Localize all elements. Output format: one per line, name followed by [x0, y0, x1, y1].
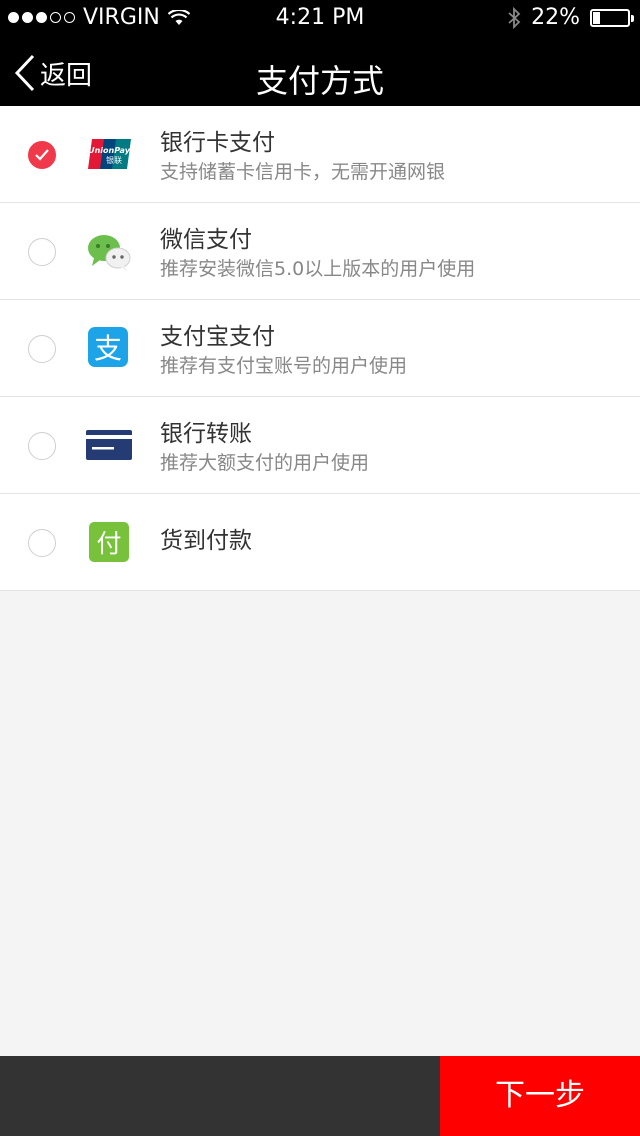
payment-option-unionpay[interactable]: UnionPay 银联 银行卡支付 支持储蓄卡信用卡，无需开通网银	[0, 106, 640, 203]
radio-unchecked-icon[interactable]	[28, 238, 56, 266]
payment-title: 支付宝支付	[160, 324, 275, 350]
payment-method-list: UnionPay 银联 银行卡支付 支持储蓄卡信用卡，无需开通网银 微信支付 推…	[0, 106, 640, 591]
status-bar: VIRGIN 4:21 PM 22%	[0, 0, 640, 36]
cash-on-delivery-icon: 付	[89, 522, 129, 562]
next-step-button[interactable]: 下一步	[440, 1056, 640, 1136]
svg-text:支: 支	[94, 332, 122, 365]
battery-percent: 22%	[531, 5, 580, 30]
payment-option-alipay[interactable]: 支 支付宝支付 推荐有支付宝账号的用户使用	[0, 300, 640, 397]
payment-title: 货到付款	[160, 528, 252, 554]
svg-text:银联: 银联	[106, 155, 122, 165]
payment-option-cod[interactable]: 付 货到付款	[0, 494, 640, 591]
unionpay-icon: UnionPay 银联	[88, 139, 131, 169]
payment-option-wechat[interactable]: 微信支付 推荐安装微信5.0以上版本的用户使用	[0, 203, 640, 300]
payment-subtitle: 推荐安装微信5.0以上版本的用户使用	[160, 258, 476, 280]
radio-unchecked-icon[interactable]	[28, 529, 56, 557]
payment-subtitle: 推荐大额支付的用户使用	[160, 452, 370, 474]
battery-icon	[590, 8, 634, 27]
status-right: 22%	[507, 5, 634, 30]
wechat-icon	[88, 235, 131, 272]
svg-text:付: 付	[96, 529, 121, 558]
payment-subtitle: 支持储蓄卡信用卡，无需开通网银	[160, 161, 446, 183]
bottom-bar: 下一步	[0, 1056, 640, 1136]
payment-title: 微信支付	[160, 227, 252, 253]
alipay-icon: 支	[88, 327, 128, 367]
payment-title: 银行转账	[160, 421, 252, 447]
nav-bar: 返回 支付方式	[0, 36, 640, 106]
bluetooth-icon	[508, 6, 521, 29]
radio-checked-icon[interactable]	[28, 141, 56, 169]
svg-text:UnionPay: UnionPay	[88, 146, 131, 155]
radio-unchecked-icon[interactable]	[28, 432, 56, 460]
payment-title: 银行卡支付	[160, 130, 275, 156]
bank-card-icon	[86, 430, 132, 460]
page-title: 支付方式	[255, 62, 384, 100]
payment-option-bank-transfer[interactable]: 银行转账 推荐大额支付的用户使用	[0, 397, 640, 494]
payment-subtitle: 推荐有支付宝账号的用户使用	[160, 355, 408, 377]
radio-unchecked-icon[interactable]	[28, 335, 56, 363]
